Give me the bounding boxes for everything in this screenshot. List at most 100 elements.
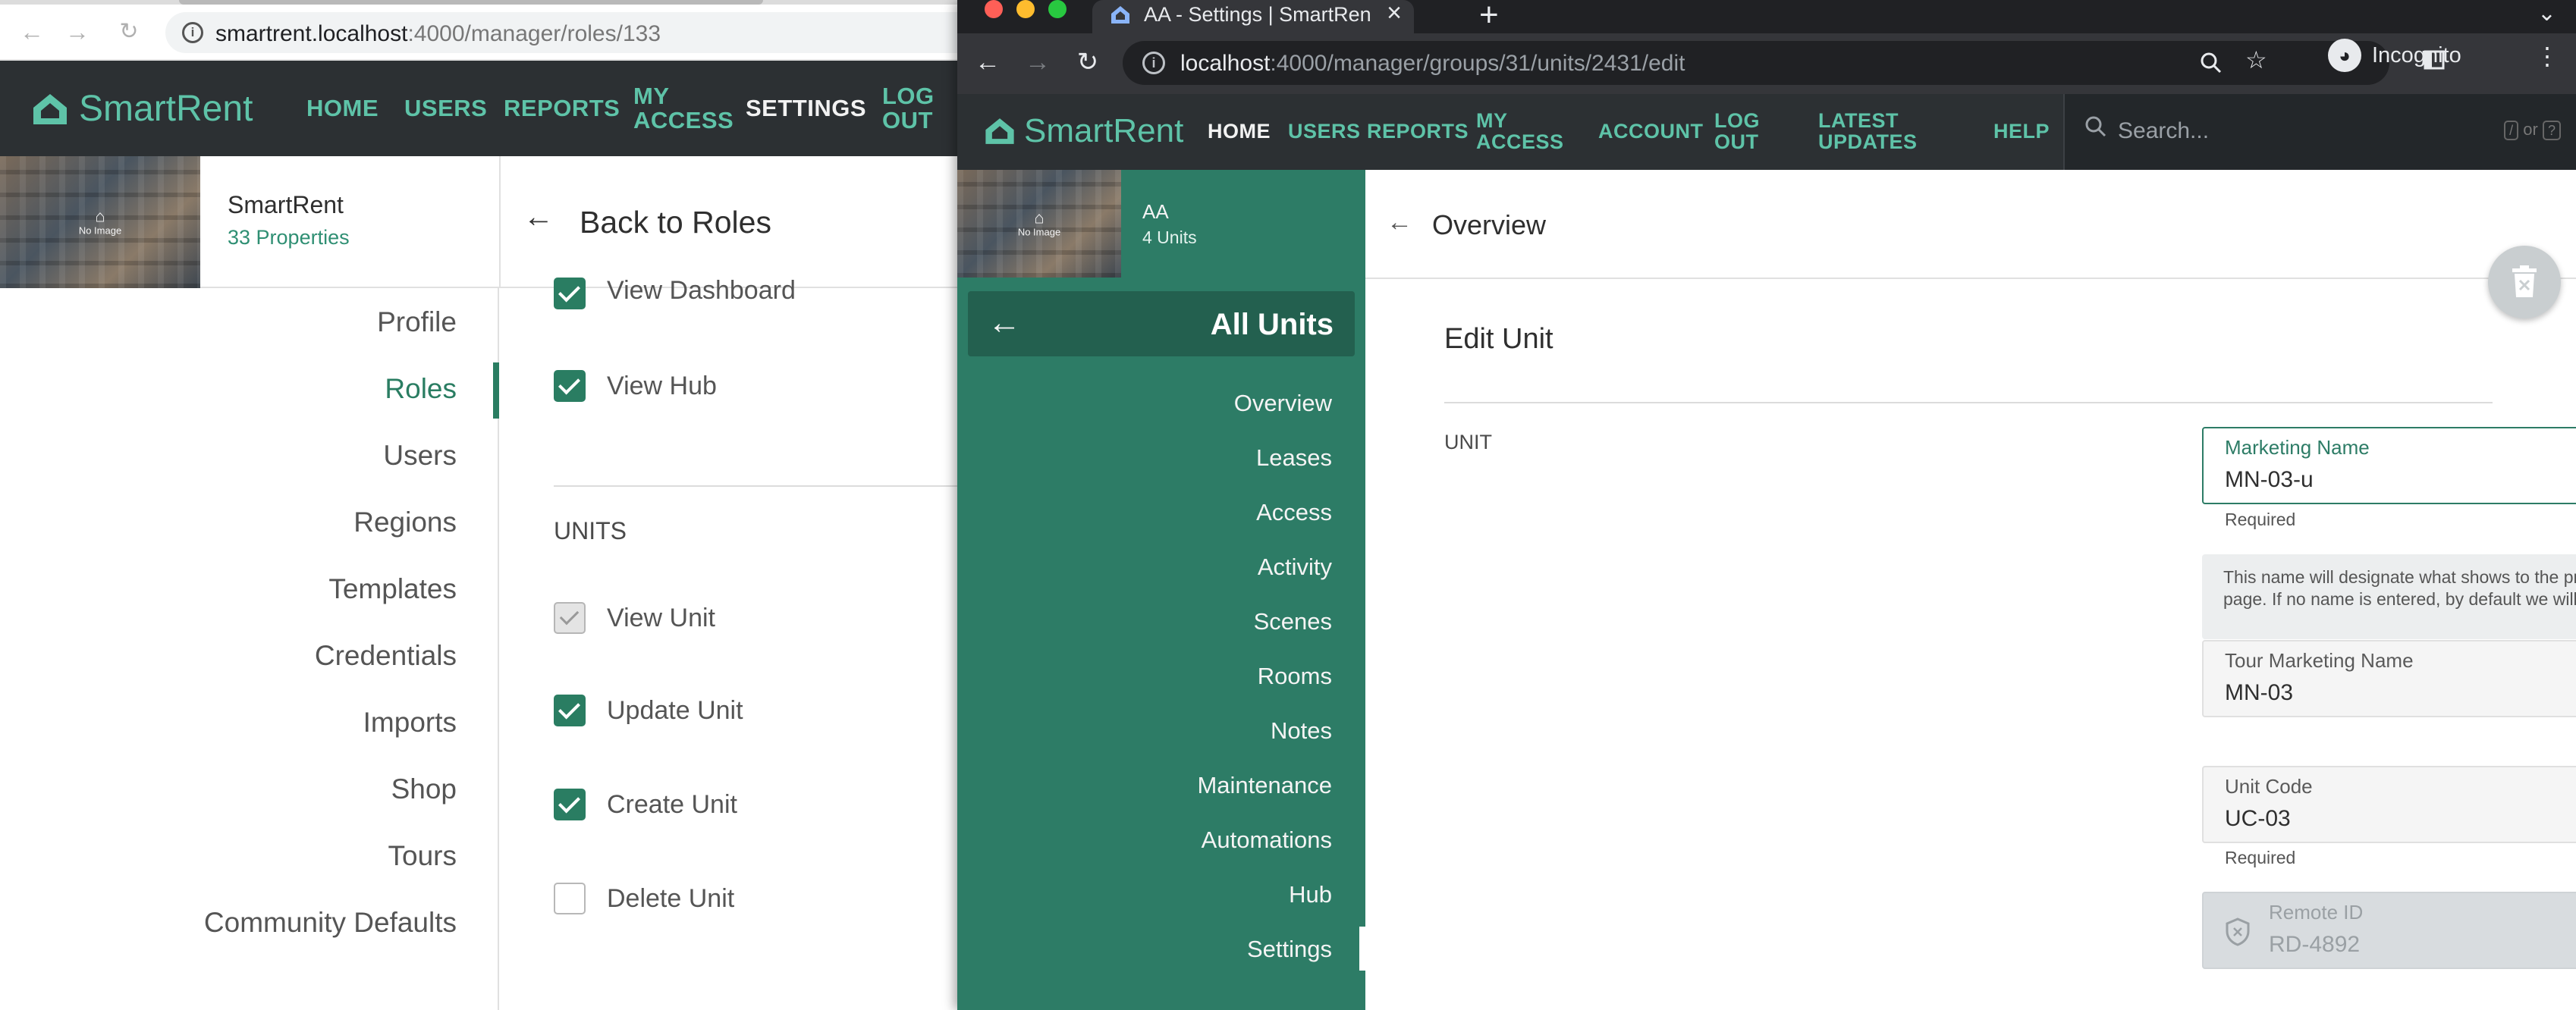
all-units-back-button[interactable]: ← All Units — [968, 291, 1355, 356]
site-info-icon[interactable]: i — [182, 22, 203, 43]
back-to-roles-header[interactable]: ← Back to Roles — [499, 156, 957, 288]
minimize-window-icon[interactable] — [1016, 0, 1035, 18]
overview-header[interactable]: ← Overview — [1365, 170, 2576, 279]
sidebar-item-leases[interactable]: Leases — [1256, 444, 1332, 472]
back-nav-icon[interactable]: ← — [971, 45, 1004, 79]
checkbox-view-hub[interactable] — [554, 370, 586, 402]
sidebar-item-rooms[interactable]: Rooms — [1258, 663, 1332, 690]
shortcut-key-slash: / — [2504, 121, 2519, 140]
close-window-icon[interactable] — [985, 0, 1003, 18]
smartrent-logo[interactable]: SmartRent — [983, 112, 1183, 150]
nav-logout-line2[interactable]: OUT — [882, 108, 933, 132]
nav-my-access-line1[interactable]: MY — [1476, 111, 1508, 131]
back-nav-icon[interactable]: ← — [17, 17, 47, 47]
marketing-name-label: Marketing Name — [2225, 436, 2370, 459]
sidebar-item-templates[interactable]: Templates — [328, 573, 457, 605]
unit-code-required: Required — [2225, 848, 2296, 867]
smartrent-logo[interactable]: SmartRent — [30, 88, 253, 130]
right-url-field[interactable]: i localhost:4000/manager/groups/31/units… — [1123, 41, 2389, 85]
forward-nav-icon[interactable]: → — [1021, 45, 1054, 79]
sidebar-item-overview[interactable]: Overview — [1234, 390, 1332, 417]
delete-unit-button[interactable] — [2488, 246, 2561, 318]
marketing-name-field: Marketing Name × — [2202, 427, 2576, 504]
maximize-window-icon[interactable] — [1048, 0, 1067, 18]
nav-latest-updates-line2[interactable]: UPDATES — [1818, 132, 1918, 152]
tab-search-chevron-icon[interactable]: ⌄ — [2537, 0, 2556, 27]
sidebar-item-imports[interactable]: Imports — [363, 707, 457, 739]
shortcut-or: or — [2523, 120, 2538, 139]
nav-settings[interactable]: SETTINGS — [746, 96, 866, 120]
browser-menu-icon[interactable]: ⋮ — [2535, 44, 2559, 68]
remote-id-input — [2269, 930, 2576, 960]
nav-latest-updates-line1[interactable]: LATEST — [1818, 111, 1899, 131]
sidebar-item-notes[interactable]: Notes — [1271, 717, 1332, 745]
sidebar-item-access[interactable]: Access — [1256, 499, 1332, 526]
tab-close-icon[interactable]: × — [1387, 0, 1402, 26]
nav-account[interactable]: ACCOUNT — [1598, 121, 1704, 142]
overview-label: Overview — [1432, 209, 1547, 240]
unit-code-input[interactable] — [2225, 804, 2576, 834]
unit-code-label: Unit Code — [2225, 775, 2313, 798]
nav-my-access-line1[interactable]: MY — [633, 84, 670, 108]
nav-my-access-line2[interactable]: ACCESS — [633, 108, 734, 132]
browser-tab[interactable]: AA - Settings | SmartRent Man × — [1092, 0, 1414, 33]
reload-icon[interactable]: ↻ — [1071, 45, 1104, 79]
checkbox-view-dashboard[interactable] — [554, 278, 586, 309]
nav-reports[interactable]: REPORTS — [504, 96, 620, 120]
sidebar-item-hub[interactable]: Hub — [1289, 881, 1332, 908]
property-card[interactable]: ⌂ No Image SmartRent 33 Properties — [0, 156, 499, 288]
left-url-field[interactable]: i smartrent.localhost:4000/manager/roles… — [165, 12, 957, 53]
search-icon — [2084, 115, 2107, 144]
nav-users[interactable]: USERS — [1288, 121, 1361, 142]
sidebar-item-settings[interactable]: Settings — [1247, 936, 1332, 963]
tour-marketing-name-input[interactable] — [2225, 678, 2576, 708]
tab-title: AA - Settings | SmartRent Man — [1144, 3, 1371, 26]
no-image-label: No Image — [78, 224, 122, 237]
right-top-nav: SmartRent HOME USERS REPORTS MY ACCESS A… — [957, 94, 2576, 170]
property-unit-count: 4 Units — [1142, 227, 1197, 247]
sidebar-item-regions[interactable]: Regions — [353, 507, 457, 538]
sidebar-item-automations[interactable]: Automations — [1202, 827, 1332, 854]
property-count: 33 Properties — [228, 226, 350, 249]
checkbox-delete-unit[interactable] — [554, 883, 586, 914]
nav-users[interactable]: USERS — [404, 96, 487, 120]
marketing-name-input[interactable] — [2225, 465, 2576, 495]
sidebar-item-roles[interactable]: Roles — [385, 373, 457, 405]
nav-home[interactable]: HOME — [306, 96, 379, 120]
new-tab-icon[interactable]: + — [1479, 0, 1499, 32]
logo-text: SmartRent — [1024, 112, 1184, 149]
nav-reports[interactable]: REPORTS — [1367, 121, 1469, 142]
nav-logout-line1[interactable]: LOG — [882, 84, 935, 108]
edit-unit-title: Edit Unit — [1444, 323, 1553, 355]
sidebar-item-profile[interactable]: Profile — [377, 306, 457, 338]
search-input[interactable] — [2118, 114, 2436, 149]
checkbox-update-unit[interactable] — [554, 695, 586, 726]
back-arrow-icon[interactable]: ← — [523, 202, 554, 232]
sidebar-item-credentials[interactable]: Credentials — [315, 640, 457, 672]
back-arrow-icon[interactable]: ← — [1387, 209, 1412, 235]
nav-my-access-line2[interactable]: ACCESS — [1476, 132, 1564, 152]
sidebar-item-activity[interactable]: Activity — [1258, 554, 1332, 581]
sidebar-item-tours[interactable]: Tours — [388, 840, 457, 872]
sidebar-item-scenes[interactable]: Scenes — [1254, 608, 1332, 635]
nav-logout-line2[interactable]: OUT — [1714, 132, 1759, 152]
sidebar-item-users[interactable]: Users — [383, 440, 457, 472]
reload-icon[interactable]: ↻ — [114, 17, 144, 47]
sidebar-item-maintenance[interactable]: Maintenance — [1197, 772, 1332, 799]
site-info-icon[interactable]: i — [1142, 52, 1165, 74]
property-card[interactable]: ⌂ No Image AA 4 Units — [957, 170, 1365, 278]
checkbox-create-unit[interactable] — [554, 789, 586, 820]
nav-help[interactable]: HELP — [1993, 121, 2050, 142]
sidebar-item-shop[interactable]: Shop — [391, 773, 457, 805]
unit-sidebar: ⌂ No Image AA 4 Units ← All Units Overvie… — [957, 170, 1365, 1010]
bookmark-star-icon[interactable]: ☆ — [2245, 45, 2267, 74]
url-host: localhost — [1180, 51, 1271, 76]
incognito-badge[interactable]: ◕ Incognito — [2328, 38, 2461, 73]
zoom-search-icon[interactable] — [2200, 52, 2223, 80]
nav-logout-line1[interactable]: LOG — [1714, 111, 1760, 131]
sidebar-item-community-defaults[interactable]: Community Defaults — [204, 907, 457, 939]
trash-icon — [2512, 265, 2537, 297]
nav-home[interactable]: HOME — [1208, 121, 1271, 142]
right-tab-strip: AA - Settings | SmartRent Man × + ⌄ — [957, 0, 2576, 33]
forward-nav-icon[interactable]: → — [62, 17, 93, 47]
